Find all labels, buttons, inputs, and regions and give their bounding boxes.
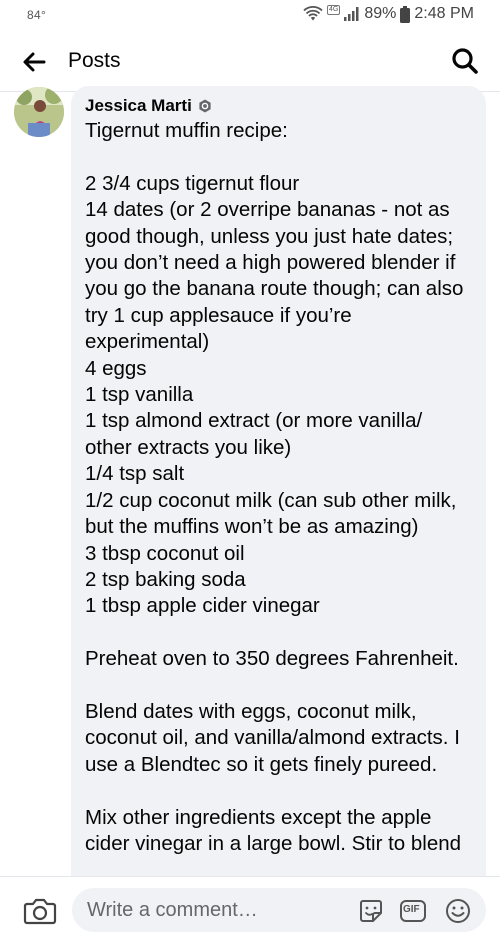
status-bar: 84° 4G 89% 2:48 PM — [0, 0, 500, 34]
emoji-icon — [446, 899, 470, 923]
page-title: Posts — [68, 49, 121, 72]
comment-composer: Write a comment… GIF — [0, 876, 500, 941]
arrow-left-icon — [23, 52, 46, 72]
wifi-icon — [303, 6, 323, 21]
gif-label: GIF — [403, 904, 420, 915]
battery-icon — [400, 5, 411, 23]
gif-button[interactable]: GIF — [399, 897, 427, 925]
app-header: Posts — [0, 34, 500, 92]
network-type-badge: 4G — [327, 5, 341, 15]
temperature-text: 84° — [27, 8, 47, 22]
top-fan-badge-icon — [199, 99, 211, 113]
status-indicators: 4G 89% 2:48 PM — [303, 5, 474, 23]
avatar[interactable] — [14, 87, 64, 137]
signal-icon — [344, 7, 359, 21]
comment-body-text: Tigernut muffin recipe: 2 3/4 cups tiger… — [85, 119, 464, 855]
comment-bubble: Jessica Marti Tigernut muffin recipe: 2 … — [71, 86, 486, 896]
back-button[interactable] — [20, 48, 48, 76]
battery-percent: 89% — [364, 5, 397, 22]
comment-input-placeholder: Write a comment… — [87, 899, 258, 921]
camera-icon — [23, 898, 57, 925]
search-button[interactable] — [450, 46, 480, 76]
search-icon — [452, 48, 478, 74]
sticker-button[interactable] — [357, 897, 385, 925]
camera-button[interactable] — [23, 895, 57, 927]
comment-author-name[interactable]: Jessica Marti — [85, 96, 192, 116]
comment-author-row: Jessica Marti — [85, 96, 472, 116]
clock-time: 2:48 PM — [414, 5, 474, 22]
emoji-button[interactable] — [444, 897, 472, 925]
sticker-icon — [360, 900, 382, 922]
profile-photo-icon — [14, 87, 64, 137]
